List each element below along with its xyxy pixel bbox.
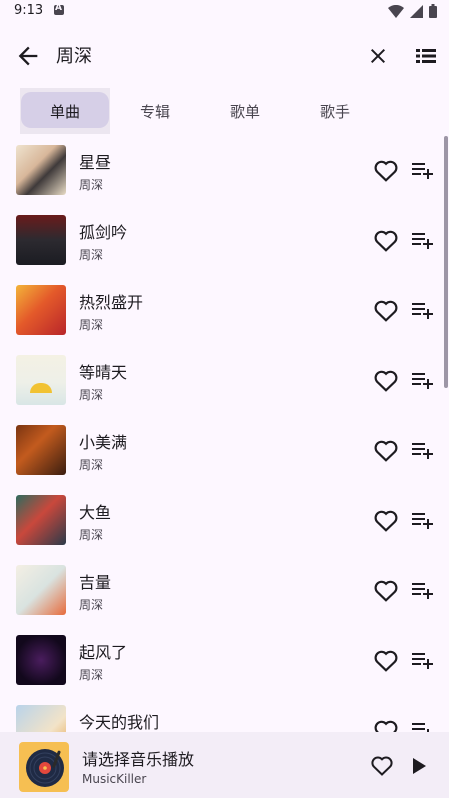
- album-cover: [16, 355, 66, 405]
- song-row[interactable]: 孤剑吟 周深: [0, 206, 449, 276]
- song-row[interactable]: 等晴天 周深: [0, 346, 449, 416]
- song-title: 大鱼: [79, 503, 112, 522]
- tab-label: 专辑: [139, 102, 170, 121]
- album-cover: [16, 705, 66, 732]
- song-artist: 周深: [79, 458, 104, 472]
- song-title: 星昼: [79, 153, 112, 172]
- heart-icon[interactable]: [373, 438, 399, 462]
- mini-player[interactable]: 请选择音乐播放 MusicKiller: [0, 732, 449, 798]
- song-title: 吉量: [79, 573, 112, 592]
- status-bar: 9:13: [0, 0, 449, 24]
- notification-icon: [54, 3, 64, 15]
- search-tabs: 单曲 专辑 歌单 歌手: [0, 88, 449, 134]
- song-row[interactable]: 今天的我们 周深: [0, 696, 449, 732]
- add-to-queue-icon[interactable]: [410, 438, 434, 462]
- tab-playlists[interactable]: 歌单: [200, 88, 290, 134]
- heart-icon[interactable]: [373, 648, 399, 672]
- album-cover: [16, 215, 66, 265]
- song-artist: 周深: [79, 318, 104, 332]
- song-artist: 周深: [79, 668, 104, 682]
- tab-label: 歌手: [319, 102, 350, 121]
- song-row[interactable]: 小美满 周深: [0, 416, 449, 486]
- add-to-queue-icon[interactable]: [410, 648, 434, 672]
- add-to-queue-icon[interactable]: [410, 368, 434, 392]
- song-artist: 周深: [79, 388, 104, 402]
- umbrella-shape: [30, 383, 52, 393]
- vinyl-record-icon: [26, 749, 64, 787]
- search-query[interactable]: 周深: [56, 42, 92, 68]
- heart-icon[interactable]: [370, 754, 394, 776]
- play-icon[interactable]: [411, 757, 427, 775]
- heart-icon[interactable]: [373, 158, 399, 182]
- wifi-icon: [388, 4, 404, 18]
- album-cover: [16, 635, 66, 685]
- album-cover: [16, 285, 66, 335]
- add-to-queue-icon[interactable]: [410, 298, 434, 322]
- heart-icon[interactable]: [373, 578, 399, 602]
- heart-icon[interactable]: [373, 718, 399, 732]
- song-title: 孤剑吟: [79, 223, 128, 242]
- status-icons: [388, 4, 437, 18]
- heart-icon[interactable]: [373, 298, 399, 322]
- heart-icon[interactable]: [373, 368, 399, 392]
- status-time: 9:13: [14, 3, 44, 18]
- song-title: 热烈盛开: [79, 293, 144, 312]
- song-title: 今天的我们: [79, 713, 160, 732]
- album-cover: [16, 145, 66, 195]
- signal-icon: [410, 4, 423, 18]
- song-artist: 周深: [79, 178, 104, 192]
- add-to-queue-icon[interactable]: [410, 718, 434, 732]
- song-row[interactable]: 起风了 周深: [0, 626, 449, 696]
- back-arrow-icon[interactable]: [14, 42, 42, 70]
- song-row[interactable]: 吉量 周深: [0, 556, 449, 626]
- battery-icon: [429, 4, 437, 18]
- close-icon[interactable]: [366, 44, 390, 68]
- song-artist: 周深: [79, 528, 104, 542]
- tab-label: 歌单: [229, 102, 260, 121]
- tab-albums[interactable]: 专辑: [110, 88, 200, 134]
- song-row[interactable]: 大鱼 周深: [0, 486, 449, 556]
- song-title: 小美满: [79, 433, 128, 452]
- song-artist: 周深: [79, 598, 104, 612]
- album-cover: [16, 425, 66, 475]
- heart-icon[interactable]: [373, 508, 399, 532]
- song-row[interactable]: 星昼 周深: [0, 136, 449, 206]
- list-view-icon[interactable]: [414, 44, 438, 68]
- add-to-queue-icon[interactable]: [410, 228, 434, 252]
- player-title: 请选择音乐播放: [82, 750, 195, 769]
- album-cover: [16, 565, 66, 615]
- add-to-queue-icon[interactable]: [410, 158, 434, 182]
- heart-icon[interactable]: [373, 228, 399, 252]
- tab-artists[interactable]: 歌手: [290, 88, 380, 134]
- top-app-bar: 周深: [0, 28, 449, 84]
- tab-label: 单曲: [49, 102, 80, 121]
- add-to-queue-icon[interactable]: [410, 508, 434, 532]
- scrollbar[interactable]: [444, 136, 448, 388]
- album-cover: [16, 495, 66, 545]
- song-artist: 周深: [79, 248, 104, 262]
- player-subtitle: MusicKiller: [82, 772, 147, 786]
- song-title: 起风了: [79, 643, 128, 662]
- add-to-queue-icon[interactable]: [410, 578, 434, 602]
- song-row[interactable]: 热烈盛开 周深: [0, 276, 449, 346]
- song-title: 等晴天: [79, 363, 128, 382]
- tab-songs[interactable]: 单曲: [20, 88, 110, 134]
- song-list: 星昼 周深 孤剑吟 周深 热烈盛开 周深 等晴天 周深 小美满 周深 大鱼 周深…: [0, 136, 449, 732]
- player-cover: [19, 742, 69, 792]
